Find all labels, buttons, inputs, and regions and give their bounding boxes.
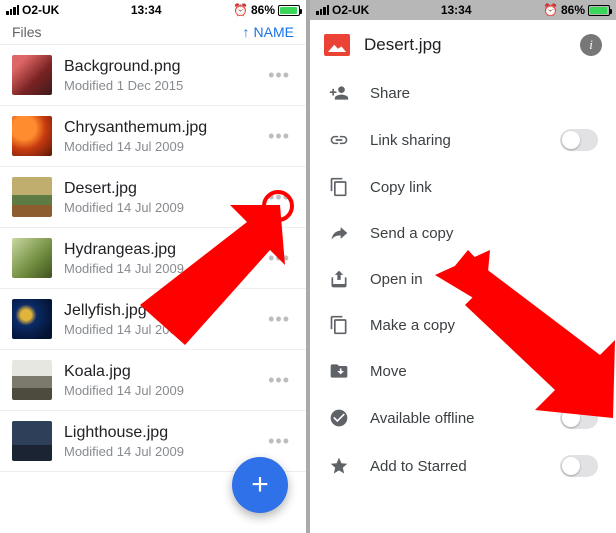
thumbnail: [12, 116, 52, 156]
more-icon[interactable]: •••: [258, 364, 300, 397]
battery-icon: [278, 5, 300, 16]
file-name: Lighthouse.jpg: [64, 424, 246, 442]
signal-icon: [6, 5, 19, 15]
file-row[interactable]: Koala.jpg Modified 14 Jul 2009 •••: [0, 350, 306, 411]
sheet-title: Desert.jpg: [364, 35, 566, 55]
toggle[interactable]: [560, 129, 598, 151]
star-icon: [328, 456, 350, 476]
action-label: Link sharing: [370, 132, 540, 149]
status-bar: O2-UK 13:34 ⏰ 86%: [310, 0, 616, 20]
sort-button[interactable]: ↑ NAME: [243, 24, 294, 40]
file-subtext: Modified 1 Dec 2015: [64, 78, 246, 93]
link-icon: [328, 130, 350, 150]
file-subtext: Modified 14 Jul 2009: [64, 139, 246, 154]
arrow-up-icon: ↑: [243, 24, 250, 40]
signal-icon: [316, 5, 329, 15]
duplicate-icon: [328, 315, 350, 335]
info-button[interactable]: i: [580, 34, 602, 56]
offline-icon: [328, 408, 350, 428]
add-button[interactable]: +: [232, 457, 288, 513]
file-subtext: Modified 14 Jul 2009: [64, 444, 246, 459]
more-icon[interactable]: •••: [258, 425, 300, 458]
folder-move-icon: [328, 361, 350, 381]
open-in-icon: [328, 269, 350, 289]
alarm-icon: ⏰: [233, 3, 248, 17]
clock: 13:34: [131, 3, 162, 17]
action-label: Copy link: [370, 179, 598, 196]
person-add-icon: [328, 83, 350, 103]
action-add-starred[interactable]: Add to Starred: [310, 442, 616, 490]
status-bar: O2-UK 13:34 ⏰ 86%: [0, 0, 306, 20]
thumbnail: [12, 360, 52, 400]
sort-label: NAME: [254, 24, 294, 40]
action-label: Add to Starred: [370, 458, 540, 475]
section-label: Files: [12, 24, 42, 40]
alarm-icon: ⏰: [543, 3, 558, 17]
file-name: Chrysanthemum.jpg: [64, 119, 246, 137]
action-label: Send a copy: [370, 225, 598, 242]
action-label: Share: [370, 85, 598, 102]
toggle[interactable]: [560, 455, 598, 477]
annotation-arrow-right: [435, 250, 615, 420]
thumbnail: [12, 177, 52, 217]
action-link-sharing[interactable]: Link sharing: [310, 116, 616, 164]
file-row[interactable]: Chrysanthemum.jpg Modified 14 Jul 2009 •…: [0, 106, 306, 167]
more-icon[interactable]: •••: [258, 120, 300, 153]
battery-icon: [588, 5, 610, 16]
thumbnail: [12, 421, 52, 461]
file-subtext: Modified 14 Jul 2009: [64, 383, 246, 398]
thumbnail: [12, 238, 52, 278]
list-subheader: Files ↑ NAME: [0, 20, 306, 45]
battery-pct: 86%: [251, 3, 275, 17]
file-row[interactable]: Background.png Modified 1 Dec 2015 •••: [0, 45, 306, 106]
action-copy-link[interactable]: Copy link: [310, 164, 616, 210]
thumbnail: [12, 55, 52, 95]
carrier-label: O2-UK: [332, 3, 369, 17]
file-name: Koala.jpg: [64, 363, 246, 381]
annotation-arrow-left: [130, 195, 300, 345]
battery-pct: 86%: [561, 3, 585, 17]
carrier-label: O2-UK: [22, 3, 59, 17]
sheet-header: Desert.jpg i: [310, 20, 616, 70]
clock: 13:34: [441, 3, 472, 17]
copy-icon: [328, 177, 350, 197]
send-icon: [328, 223, 350, 243]
file-name: Background.png: [64, 58, 246, 76]
image-icon: [324, 34, 350, 56]
action-share[interactable]: Share: [310, 70, 616, 116]
thumbnail: [12, 299, 52, 339]
more-icon[interactable]: •••: [258, 59, 300, 92]
